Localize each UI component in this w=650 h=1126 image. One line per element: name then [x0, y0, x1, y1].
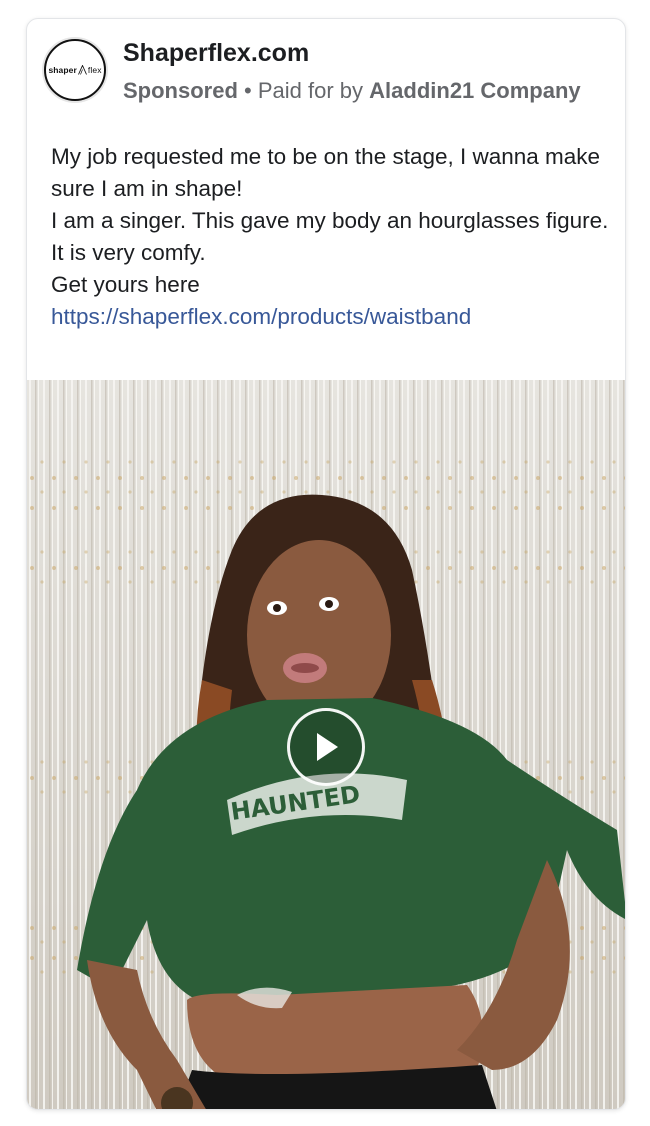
advertiser-page-name[interactable]: Shaperflex.com: [123, 39, 309, 68]
post-message: My job requested me to be on the stage, …: [51, 141, 611, 333]
advertiser-avatar[interactable]: shaper flex: [44, 39, 106, 101]
post-line: It is very comfy.: [51, 240, 206, 265]
separator-dot: •: [244, 78, 252, 103]
play-icon: [317, 733, 338, 761]
logo-text-flex: flex: [87, 65, 102, 75]
logo-mark-icon: [78, 65, 87, 75]
play-button[interactable]: [287, 708, 365, 786]
post-line: My job requested me to be on the stage, …: [51, 144, 601, 201]
product-link[interactable]: https://shaperflex.com/products/waistban…: [51, 304, 471, 329]
logo-text-shaper: shaper: [48, 65, 77, 75]
paid-for-company: Aladdin21 Company: [369, 78, 581, 103]
sponsored-label[interactable]: Sponsored: [123, 78, 238, 103]
paid-for-prefix: Paid for by: [257, 78, 364, 103]
sponsored-post-card: shaper flex Shaperflex.com Sponsored • P…: [26, 18, 626, 1110]
sponsored-line: Sponsored • Paid for by Aladdin21 Compan…: [123, 78, 581, 104]
post-line: Get yours here: [51, 272, 200, 297]
post-line: I am a singer. This gave my body an hour…: [51, 208, 609, 233]
post-header: shaper flex Shaperflex.com Sponsored • P…: [27, 19, 625, 119]
shaperflex-logo: shaper flex: [48, 65, 101, 75]
video-player[interactable]: HAUNTED: [27, 380, 625, 1109]
